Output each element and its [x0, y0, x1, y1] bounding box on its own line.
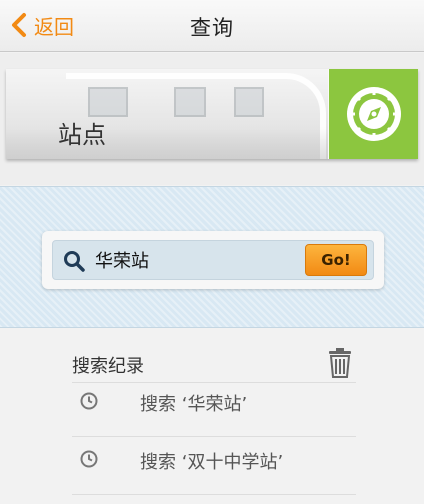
banner-area: 站点 — [0, 53, 424, 185]
banner-icon-box — [329, 69, 418, 159]
nav-bar: 返回 查询 — [0, 0, 424, 52]
history-item[interactable]: 搜索 ‘华荣站’ — [72, 378, 356, 428]
history-item[interactable]: 搜索 ‘双十中学站’ — [72, 436, 356, 486]
search-section: Go! — [0, 186, 424, 328]
compass-icon — [346, 87, 401, 141]
banner-photo — [6, 69, 328, 159]
history-item-label: 搜索 ‘双十中学站’ — [140, 452, 284, 473]
history-title: 搜索纪录 — [72, 356, 144, 377]
history-item-label: 搜索 ‘华荣站’ — [140, 394, 248, 415]
go-button[interactable]: Go! — [305, 244, 367, 276]
search-icon — [64, 251, 85, 272]
search-card: Go! — [42, 231, 384, 289]
clock-icon — [80, 392, 98, 410]
trash-icon[interactable] — [326, 348, 354, 378]
search-input[interactable] — [95, 247, 305, 273]
page-title: 查询 — [190, 16, 234, 40]
banner-label: 站点 — [58, 121, 106, 149]
search-field: Go! — [52, 240, 374, 280]
history-section: 搜索纪录 搜索 ‘华荣站’ 搜索 ‘双十中学站’ — [0, 330, 424, 504]
station-banner: 站点 — [6, 69, 418, 159]
divider — [72, 494, 356, 495]
clock-icon — [80, 450, 98, 468]
